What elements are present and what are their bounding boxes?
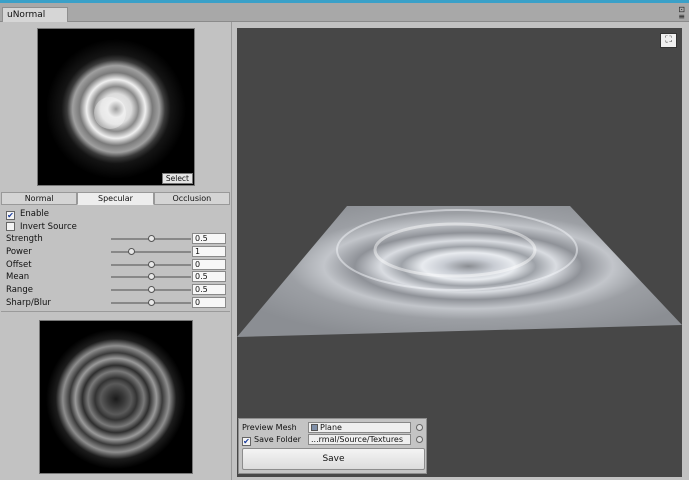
slider-handle[interactable]: [148, 299, 155, 306]
section-divider: [1, 311, 230, 312]
property-value-field[interactable]: 0.5: [192, 233, 226, 244]
settings-panel: Select Normal Specular Occlusion ✔ Enable…: [0, 22, 232, 480]
property-value-field[interactable]: 0: [192, 258, 226, 270]
property-row-mean: Mean 0.5: [6, 271, 228, 283]
property-label: Power: [6, 246, 32, 257]
save-folder-picker-icon[interactable]: [416, 436, 423, 443]
source-texture-preview: Select: [37, 28, 195, 186]
tab-specular[interactable]: Specular: [77, 192, 154, 205]
property-label: Mean: [6, 272, 30, 283]
invert-source-row: Invert Source: [6, 221, 77, 233]
property-label: Strength: [6, 234, 43, 244]
invert-source-label: Invert Source: [20, 222, 77, 232]
property-value-field[interactable]: 1: [192, 245, 226, 257]
tab-normal[interactable]: Normal: [1, 192, 78, 205]
property-slider[interactable]: [111, 260, 191, 268]
save-folder-label: Save Folder: [254, 435, 301, 444]
window-tab[interactable]: uNormal: [2, 7, 68, 22]
tab-occlusion[interactable]: Occlusion: [153, 192, 230, 205]
save-folder-checkbox[interactable]: ✔: [242, 437, 251, 446]
property-slider[interactable]: [111, 235, 191, 242]
preview-mesh-field[interactable]: Plane: [308, 422, 411, 433]
export-panel: Preview Mesh Plane ✔ Save Folder ...rmal/…: [238, 418, 427, 474]
select-texture-button[interactable]: Select: [161, 173, 193, 184]
preview-plane: [237, 206, 682, 337]
property-label: Range: [6, 285, 33, 296]
slider-handle[interactable]: [148, 286, 155, 294]
menu-icon[interactable]: ≡: [678, 13, 685, 21]
property-value-field[interactable]: 0.5: [192, 271, 226, 283]
source-texture-image: [38, 29, 194, 185]
mode-tabs: Normal Specular Occlusion: [1, 192, 230, 205]
property-row-strength: Strength 0.5: [6, 233, 228, 245]
property-slider[interactable]: [111, 286, 191, 294]
property-row-sharp-blur: Sharp/Blur 0: [6, 297, 228, 309]
property-row-offset: Offset 0: [6, 258, 228, 271]
save-folder-field[interactable]: ...rmal/Source/Textures: [308, 434, 411, 445]
preview-mesh-label: Preview Mesh: [242, 423, 297, 432]
preview-mesh-picker-icon[interactable]: [416, 424, 423, 431]
result-texture-preview: [39, 320, 193, 474]
property-slider[interactable]: [111, 247, 191, 255]
property-row-power: Power 1: [6, 245, 228, 258]
enable-label: Enable: [20, 209, 49, 219]
property-slider[interactable]: [111, 273, 191, 281]
property-slider[interactable]: [111, 299, 191, 306]
enable-row: ✔ Enable: [6, 208, 49, 220]
property-value-field[interactable]: 0.5: [192, 284, 226, 296]
save-button[interactable]: Save: [242, 448, 425, 470]
save-folder-row: ✔ Save Folder: [242, 434, 301, 446]
window-tab-bar: uNormal ⊡ ≡: [0, 3, 689, 22]
property-label: Sharp/Blur: [6, 298, 51, 308]
slider-handle[interactable]: [148, 273, 155, 281]
preview-mesh-value: Plane: [320, 423, 342, 432]
3d-preview-viewport[interactable]: ⛶ Preview Mesh Plane ✔ Save Folder ...rma…: [237, 28, 682, 477]
enable-checkbox[interactable]: ✔: [6, 211, 15, 220]
slider-handle[interactable]: [148, 235, 155, 242]
property-value-field[interactable]: 0: [192, 297, 226, 308]
window-controls: ⊡ ≡: [678, 6, 685, 21]
invert-source-checkbox[interactable]: [6, 222, 15, 231]
slider-handle[interactable]: [128, 247, 135, 255]
property-label: Offset: [6, 259, 32, 270]
property-row-range: Range 0.5: [6, 284, 228, 296]
slider-handle[interactable]: [148, 260, 155, 268]
mesh-icon: [311, 424, 318, 431]
result-texture-image: [40, 321, 192, 473]
